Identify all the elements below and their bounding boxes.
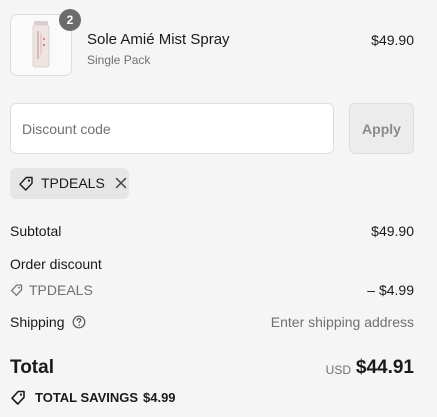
subtotal-label: Subtotal xyxy=(10,223,62,239)
product-name: Sole Amié Mist Spray xyxy=(87,31,230,48)
discount-code-name: TPDEALS xyxy=(29,282,93,298)
applied-discount-code: TPDEALS xyxy=(41,175,105,191)
shipping-label: Shipping xyxy=(10,314,65,330)
close-icon[interactable] xyxy=(115,177,127,189)
cart-line-item: 2 Sole Amié Mist Spray Single Pack $49.9… xyxy=(10,9,414,78)
product-variant: Single Pack xyxy=(87,53,151,67)
shipping-value: Enter shipping address xyxy=(270,314,414,330)
discount-code-input[interactable] xyxy=(10,103,334,154)
tag-icon xyxy=(19,176,33,191)
apply-discount-button[interactable]: Apply xyxy=(349,103,414,154)
total-savings-label: TOTAL SAVINGS xyxy=(35,390,139,405)
tag-icon xyxy=(11,284,23,296)
total-savings-value: $4.99 xyxy=(143,390,176,405)
order-discount-label: Order discount xyxy=(10,256,102,272)
tag-icon xyxy=(11,390,25,405)
total-currency: USD xyxy=(325,363,351,377)
subtotal-value: $49.90 xyxy=(371,223,414,239)
quantity-badge: 2 xyxy=(59,9,81,31)
total-value: $44.91 xyxy=(355,357,414,378)
discount-amount: – $4.99 xyxy=(367,282,414,298)
product-thumbnail: 2 xyxy=(10,9,81,76)
applied-discount-chip: TPDEALS xyxy=(10,168,129,199)
product-price: $49.90 xyxy=(371,32,414,48)
total-label: Total xyxy=(10,357,54,378)
question-circle-icon[interactable] xyxy=(72,315,86,329)
